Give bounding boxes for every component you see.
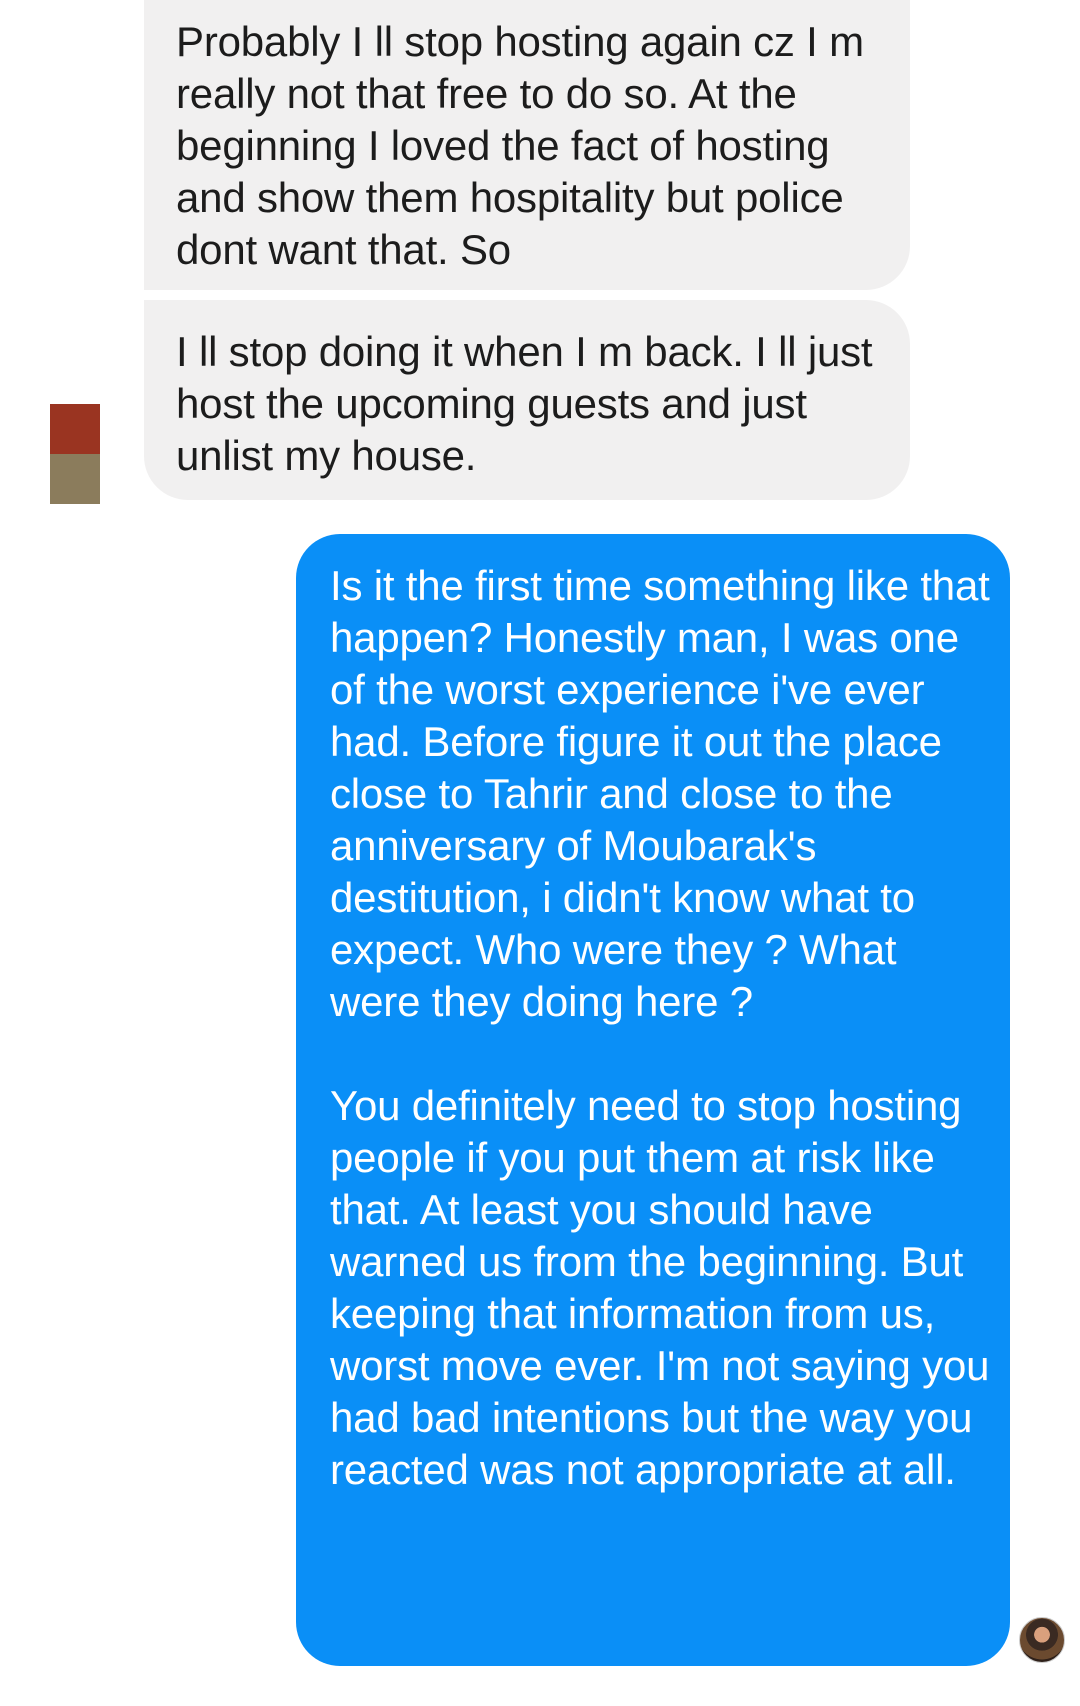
avatar-image-bottom [50,454,100,504]
sender-avatar[interactable] [50,404,100,504]
seen-receipt-avatar [1019,1617,1065,1663]
outgoing-message-bubble[interactable]: Is it the first time something like that… [296,534,1010,1666]
avatar-image-top [50,404,100,454]
incoming-message-bubble[interactable]: Probably I ll stop hosting again cz I m … [144,0,910,290]
incoming-message-bubble[interactable]: I ll stop doing it when I m back. I ll j… [144,300,910,500]
